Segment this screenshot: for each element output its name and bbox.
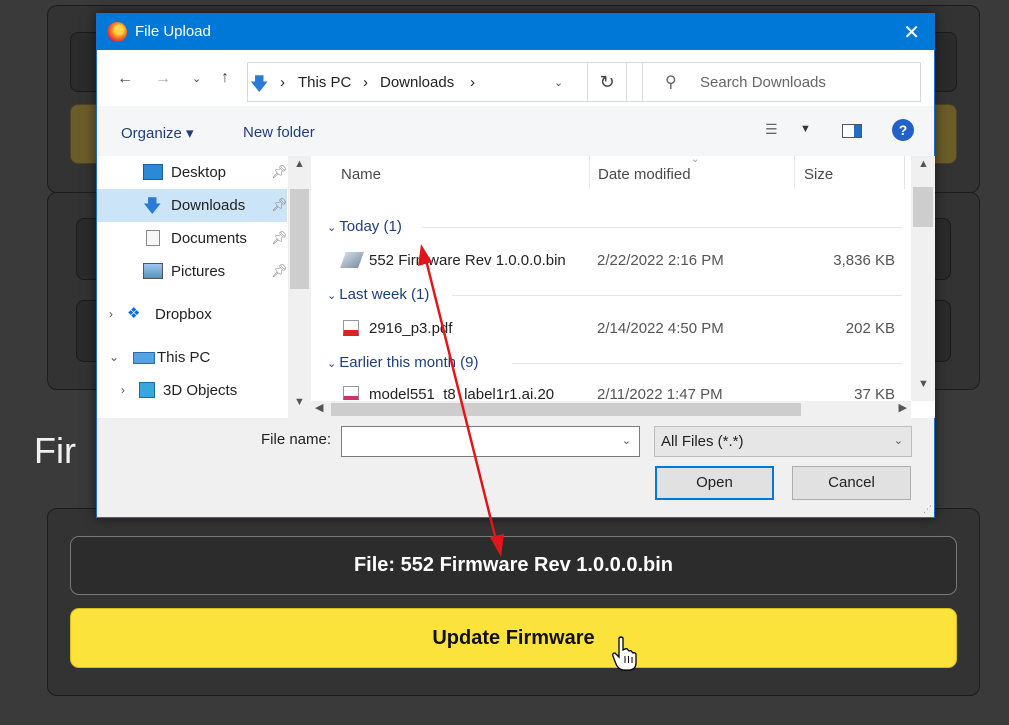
annotation-arrow — [418, 244, 504, 557]
annotation-arrow-line — [422, 251, 500, 549]
annotation-arrowhead-top — [418, 244, 432, 266]
annotation-arrowhead-bottom — [490, 534, 504, 557]
hand-cursor-icon — [612, 636, 637, 671]
